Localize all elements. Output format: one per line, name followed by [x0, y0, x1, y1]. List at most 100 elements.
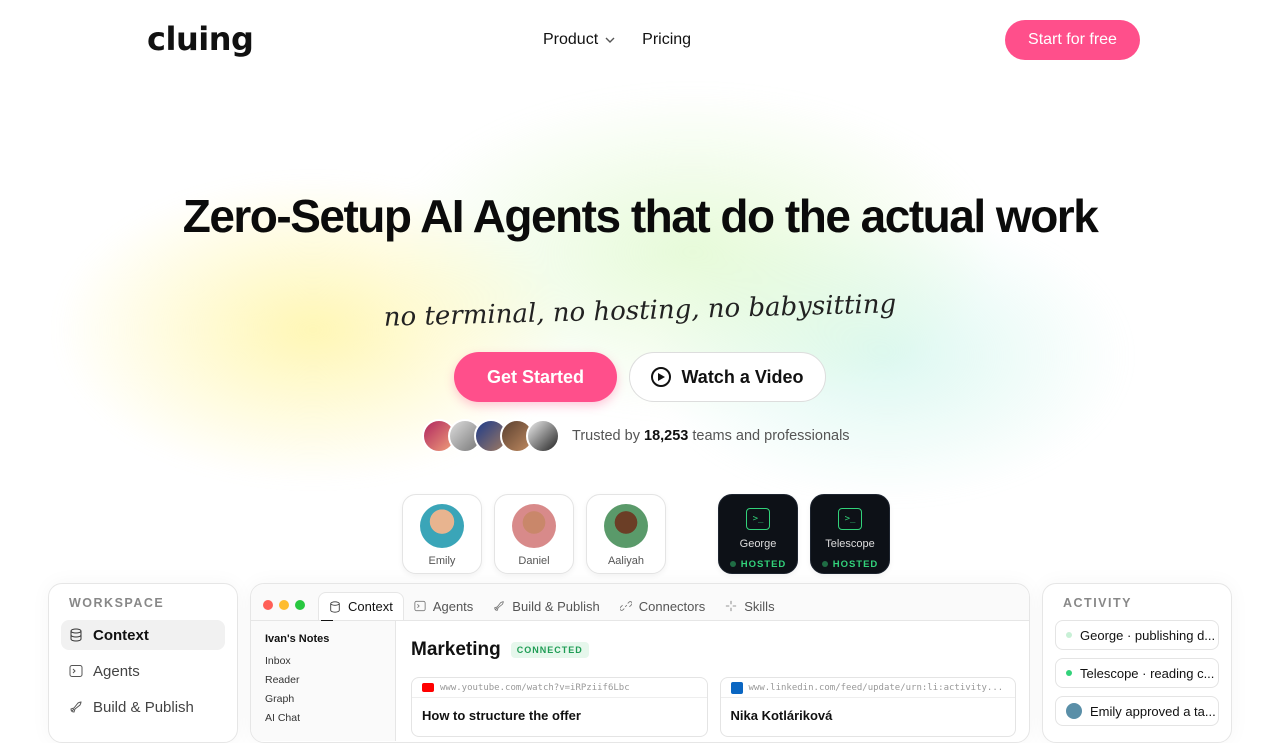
minimize-dot[interactable] [279, 600, 289, 610]
database-icon [70, 628, 82, 642]
tab-build-publish[interactable]: Build & Publish [483, 592, 609, 620]
activity-text: George · publishing d... [1080, 627, 1216, 643]
workspace-panel: WORKSPACE Context Agents Build & Publish [48, 583, 238, 743]
notes-title: Ivan's Notes [265, 633, 330, 645]
card-url: www.linkedin.com/feed/update/urn:li:acti… [720, 678, 1015, 698]
status-badge: CONNECTED [510, 642, 589, 658]
avatar-stack [422, 419, 560, 453]
section-title: Marketing [411, 639, 501, 660]
database-icon [330, 600, 340, 613]
activity-text: Emily approved a ta... [1090, 703, 1216, 719]
activity-item[interactable]: Telescope · reading c... [1055, 658, 1219, 688]
avatar [420, 504, 464, 548]
agent-name: Emily [428, 555, 456, 567]
agent-card-telescope[interactable]: >_ Telescope HOSTED [810, 494, 890, 574]
sidebar-item-label: Agents [93, 662, 140, 680]
status-dot [1066, 670, 1072, 676]
site-header: cluing Product Pricing Start for free [0, 0, 1280, 80]
card-url-text: www.linkedin.com/feed/update/urn:li:acti… [748, 682, 1004, 693]
tab-connectors[interactable]: Connectors [610, 592, 715, 620]
tab-context[interactable]: Context [318, 592, 404, 622]
source-card-youtube[interactable]: www.youtube.com/watch?v=iRPziif6Lbc How … [411, 677, 708, 737]
tab-label: Agents [432, 598, 474, 614]
hosted-badge: HOSTED [719, 559, 797, 570]
hero: Zero-Setup AI Agents that do the actual … [0, 0, 1280, 743]
tab-label: Context [348, 599, 393, 614]
sidebar-item-label: Context [93, 626, 149, 644]
main-nav: Product Pricing [543, 31, 691, 49]
agent-name: Aaliyah [607, 555, 645, 567]
trust-suffix: teams and professionals [692, 428, 850, 444]
card-title: Nika Kotláriková [730, 708, 833, 723]
source-cards: www.youtube.com/watch?v=iRPziif6Lbc How … [411, 677, 1016, 737]
activity-item[interactable]: George · publishing d... [1055, 620, 1219, 650]
agent-card-aaliyah[interactable]: Aaliyah [586, 494, 666, 574]
app-tabs: Context Agents Build & Publish Connector… [251, 584, 1029, 622]
rocket-icon [70, 701, 82, 713]
notes-item-inbox[interactable]: Inbox [265, 655, 381, 667]
source-card-linkedin[interactable]: www.linkedin.com/feed/update/urn:li:acti… [719, 677, 1016, 737]
activity-panel: ACTIVITY George · publishing d... Telesc… [1042, 583, 1232, 743]
hero-title: Zero-Setup AI Agents that do the actual … [182, 190, 1099, 242]
section-heading: Marketing CONNECTED [411, 639, 1016, 661]
maximize-dot[interactable] [295, 600, 305, 610]
notes-item-graph[interactable]: Graph [265, 693, 381, 705]
get-started-button[interactable]: Get Started [454, 352, 617, 402]
watch-video-label: Watch a Video [681, 366, 804, 387]
terminal-icon [69, 665, 83, 677]
sidebar-item-agents[interactable]: Agents [61, 656, 225, 686]
sidebar-item-label: Build & Publish [93, 698, 194, 716]
context-content: Marketing CONNECTED www.youtube.com/watc… [411, 639, 1016, 737]
hosted-badge: HOSTED [811, 559, 889, 570]
card-url-text: www.youtube.com/watch?v=iRPziif6Lbc [440, 682, 630, 693]
start-free-button[interactable]: Start for free [1005, 20, 1140, 60]
agent-card-daniel[interactable]: Daniel [494, 494, 574, 574]
rocket-icon [494, 601, 505, 611]
youtube-icon [422, 683, 434, 692]
activity-title: ACTIVITY [1063, 596, 1132, 610]
agent-name: George [739, 538, 777, 550]
avatar [1066, 703, 1082, 719]
close-dot[interactable] [263, 600, 273, 610]
activity-item[interactable]: Emily approved a ta... [1055, 696, 1219, 726]
linkedin-icon [730, 681, 743, 694]
play-icon [651, 367, 672, 387]
notes-item-reader[interactable]: Reader [265, 674, 381, 686]
trust-count: 18,253 [644, 428, 689, 444]
terminal-icon: >_ [746, 508, 770, 530]
tab-agents[interactable]: Agents [404, 592, 483, 620]
logo[interactable]: cluing [147, 20, 254, 58]
nav-pricing[interactable]: Pricing [642, 31, 691, 49]
app-window: Context Agents Build & Publish Connector… [250, 583, 1030, 743]
tab-skills[interactable]: Skills [715, 592, 784, 620]
hero-subtitle: no terminal, no hosting, no babysitting [383, 289, 897, 333]
avatar [526, 419, 560, 453]
workspace-title: WORKSPACE [69, 596, 165, 610]
avatar [512, 504, 556, 548]
tab-label: Skills [744, 598, 775, 614]
agent-card-george[interactable]: >_ George HOSTED [718, 494, 798, 574]
social-proof: Trusted by 18,253 teams and professional… [422, 418, 850, 454]
sparkle-icon [726, 600, 737, 612]
sidebar-item-context[interactable]: Context [61, 620, 225, 650]
notes-item-ai-chat[interactable]: AI Chat [265, 712, 381, 724]
agent-list: Emily Daniel Aaliyah >_ George HOSTED >_… [402, 494, 890, 574]
card-url: www.youtube.com/watch?v=iRPziif6Lbc [412, 678, 707, 698]
nav-product[interactable]: Product [543, 31, 616, 49]
watch-video-button[interactable]: Watch a Video [629, 352, 826, 402]
avatar [604, 504, 648, 548]
tab-label: Build & Publish [512, 598, 600, 614]
sidebar-item-build[interactable]: Build & Publish [61, 692, 225, 722]
window-controls [263, 600, 305, 610]
trust-prefix: Trusted by [572, 428, 640, 444]
terminal-icon [414, 600, 426, 612]
agent-card-emily[interactable]: Emily [402, 494, 482, 574]
chevron-down-icon [605, 37, 615, 43]
activity-text: Telescope · reading c... [1080, 665, 1215, 681]
agent-name: Daniel [518, 555, 550, 567]
notes-sidebar: Ivan's Notes Inbox Reader Graph AI Chat [251, 621, 396, 741]
agent-name: Telescope [825, 538, 875, 550]
terminal-icon: >_ [838, 508, 862, 530]
tab-label: Connectors [638, 598, 706, 614]
status-dot [1066, 632, 1072, 638]
